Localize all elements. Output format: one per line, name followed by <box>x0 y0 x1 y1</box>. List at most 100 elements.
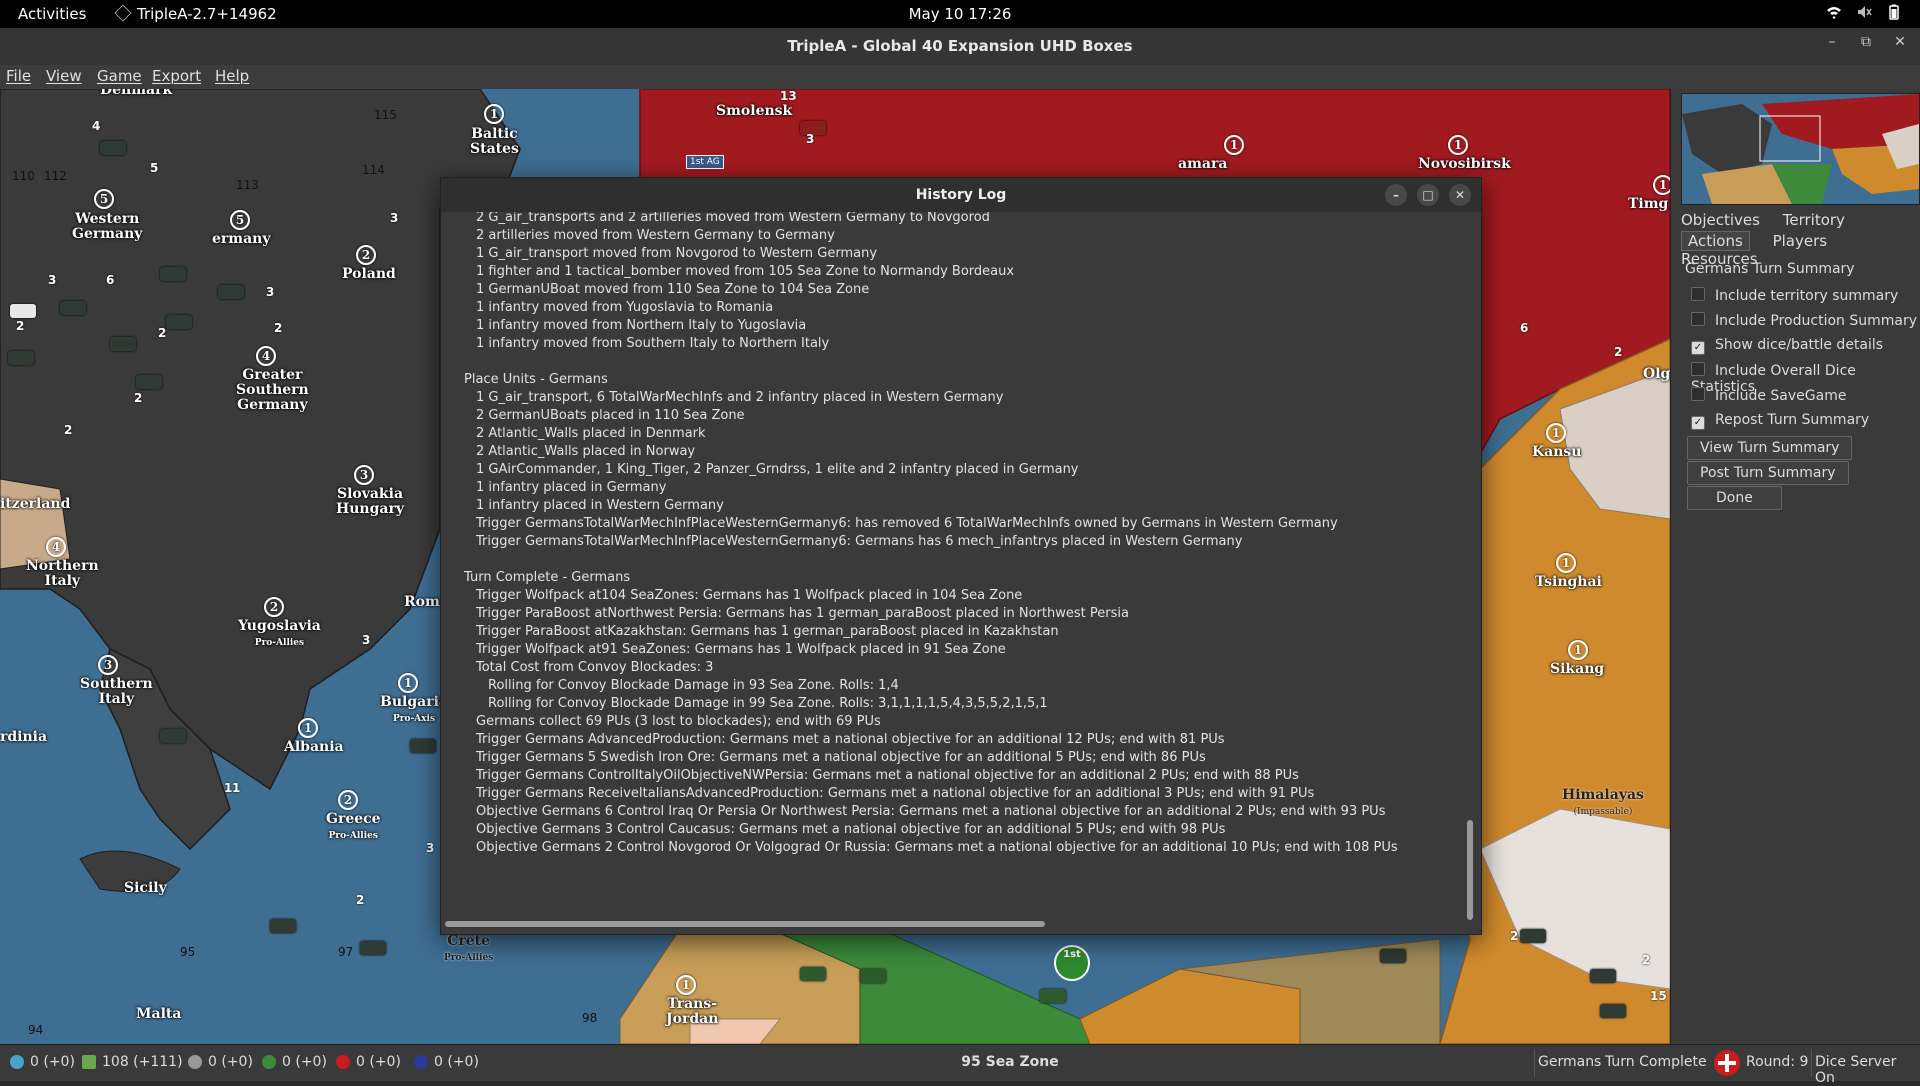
unit-count: 3 <box>390 211 399 225</box>
vertical-scrollbar[interactable] <box>1465 212 1475 920</box>
checkbox-territory-summary[interactable]: Include territory summary <box>1691 287 1898 304</box>
unit-stack[interactable] <box>270 919 296 933</box>
checkbox-box[interactable] <box>1691 362 1705 376</box>
unit-stack[interactable] <box>100 141 126 155</box>
unit-stack[interactable] <box>10 304 36 318</box>
menu-help[interactable]: Help <box>215 67 249 85</box>
unit-stack[interactable] <box>1590 969 1616 983</box>
territory-olgiy: Olg <box>1643 366 1670 382</box>
menu-view[interactable]: View <box>46 67 82 85</box>
territory-kansu: Kansu <box>1532 444 1582 460</box>
tab-actions[interactable]: Actions <box>1681 231 1750 251</box>
horizontal-scrollbar[interactable] <box>445 918 1459 930</box>
horizontal-scroll-thumb[interactable] <box>445 921 1045 927</box>
unit-stack[interactable] <box>1520 929 1546 943</box>
checkbox-dice-details[interactable]: ✓ Show dice/battle details <box>1691 337 1883 355</box>
history-log-line: 1 infantry moved from Yugoslavia to Roma… <box>476 300 774 315</box>
unit-stack[interactable] <box>160 729 186 743</box>
dialog-title-bar[interactable]: History Log – □ ✕ <box>441 178 1481 212</box>
sea-zone-95: 95 <box>180 945 196 959</box>
clock[interactable]: May 10 17:26 <box>909 5 1012 23</box>
unit-count: 3 <box>362 633 371 647</box>
history-log-line: 1 GAirCommander, 1 King_Tiger, 2 Panzer_… <box>476 462 1079 477</box>
production-southern-italy: 3 <box>98 655 118 675</box>
tab-objectives[interactable]: Objectives <box>1681 211 1760 229</box>
resource-tank-lend-lease: 0 (+0) <box>336 1054 401 1070</box>
checkbox-box[interactable] <box>1691 387 1705 401</box>
history-log-dialog[interactable]: History Log – □ ✕ 2 G_air_transports and… <box>440 177 1482 935</box>
sea-zone-114: 114 <box>362 163 385 177</box>
territory-denmark: Denmark <box>100 89 173 98</box>
territory-western-germany: Western Germany <box>72 212 142 242</box>
mini-map[interactable] <box>1681 93 1920 205</box>
view-turn-summary-button[interactable]: View Turn Summary <box>1687 436 1853 460</box>
checkbox-box-checked[interactable]: ✓ <box>1691 416 1705 430</box>
system-tray[interactable] <box>1826 4 1902 20</box>
unit-count: 1 <box>232 781 241 795</box>
resource-pus: 108 (+111) <box>82 1054 183 1070</box>
territory-switzerland: itzerland <box>0 496 71 512</box>
dialog-minimize-icon[interactable]: – <box>1385 184 1407 206</box>
checkbox-production-summary[interactable]: Include Production Summary <box>1691 312 1917 329</box>
territory-greece: Greece Pro-Allies <box>326 812 381 844</box>
dialog-close-icon[interactable]: ✕ <box>1449 184 1471 206</box>
si-line-1: Southern <box>80 676 153 692</box>
menu-game[interactable]: Game <box>97 67 142 85</box>
done-button[interactable]: Done <box>1687 486 1782 510</box>
vertical-scroll-thumb[interactable] <box>1467 820 1473 920</box>
checkbox-box-checked[interactable]: ✓ <box>1691 341 1705 355</box>
checkbox-repost-summary[interactable]: ✓ Repost Turn Summary <box>1691 412 1869 430</box>
production-germany: 5 <box>230 210 250 230</box>
unit-stack[interactable] <box>800 967 826 981</box>
restore-icon[interactable]: ⧉ <box>1856 34 1876 50</box>
tab-players[interactable]: Players <box>1773 232 1828 250</box>
minimize-icon[interactable]: – <box>1822 34 1842 50</box>
checkbox-box[interactable] <box>1691 312 1705 326</box>
checkbox-label: Repost Turn Summary <box>1715 412 1870 428</box>
sh-line-1: Slovakia <box>336 486 404 502</box>
dialog-maximize-icon[interactable]: □ <box>1417 184 1439 206</box>
sh-line-2: Hungary <box>336 501 404 517</box>
checkbox-box[interactable] <box>1691 287 1705 301</box>
gsg-line-1: Greater <box>242 367 303 383</box>
checkbox-savegame[interactable]: Include SaveGame <box>1691 387 1846 404</box>
history-log-line: 2 GermanUBoats placed in 110 Sea Zone <box>476 408 745 423</box>
menu-export[interactable]: Export <box>152 67 201 85</box>
unit-stack[interactable] <box>60 301 86 315</box>
army-group-marker[interactable]: 1st AG <box>686 155 724 169</box>
unit-stack[interactable] <box>136 375 162 389</box>
app-name: TripleA-2.7+14962 <box>137 5 277 23</box>
history-log-text[interactable]: 2 G_air_transports and 2 artilleries mov… <box>445 212 1459 914</box>
crete-name: Crete <box>447 933 491 949</box>
unit-stack[interactable] <box>1380 949 1406 963</box>
production-northern-italy: 4 <box>46 537 66 557</box>
unit-stack[interactable] <box>166 315 192 329</box>
activities-button[interactable]: Activities <box>18 5 86 23</box>
post-turn-summary-button[interactable]: Post Turn Summary <box>1687 461 1849 485</box>
checkbox-label: Include SaveGame <box>1715 388 1847 404</box>
unit-count: 3 <box>266 285 275 299</box>
history-log-line: Rolling for Convoy Blockade Damage in 99… <box>488 696 1048 711</box>
unit-stack[interactable] <box>860 969 886 983</box>
territory-albania: Albania <box>284 739 344 755</box>
unit-stack[interactable] <box>110 337 136 351</box>
unit-stack[interactable] <box>1040 989 1066 1003</box>
unit-stack[interactable] <box>218 285 244 299</box>
unit-stack[interactable] <box>360 941 386 955</box>
history-log-line: 1 infantry moved from Northern Italy to … <box>476 318 807 333</box>
himalayas-name: Himalayas <box>1562 787 1644 803</box>
ni-line-2: Italy <box>44 573 81 589</box>
unit-stack[interactable] <box>160 267 186 281</box>
unit-stack[interactable] <box>8 351 34 365</box>
resource-value: 0 (+0) <box>30 1054 75 1070</box>
wifi-icon <box>1826 4 1842 20</box>
history-log-line: 1 G_air_transport, 6 TotalWarMechInfs an… <box>476 390 1004 405</box>
tab-territory[interactable]: Territory <box>1783 211 1845 229</box>
history-log-line: 2 Atlantic_Walls placed in Denmark <box>476 426 706 441</box>
close-icon[interactable]: ✕ <box>1890 34 1910 50</box>
army-badge[interactable]: 1st <box>1054 945 1090 981</box>
menu-file[interactable]: File <box>6 67 31 85</box>
unit-stack[interactable] <box>410 739 436 753</box>
unit-stack[interactable] <box>1600 1004 1626 1018</box>
app-menu[interactable]: TripleA-2.7+14962 <box>114 4 277 23</box>
